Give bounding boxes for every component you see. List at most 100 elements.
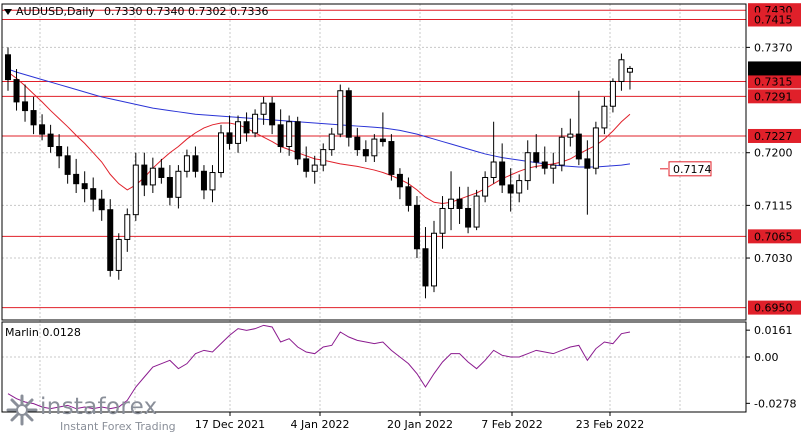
candle-body <box>388 141 395 175</box>
candle-body <box>166 176 173 198</box>
candle-body <box>209 172 216 191</box>
level-label: 0.7291 <box>754 90 793 103</box>
candle-body <box>277 124 284 148</box>
candle-body <box>13 79 20 103</box>
candle-body <box>141 164 148 186</box>
x-tick-label: 4 Jan 2022 <box>291 418 350 431</box>
candle-body <box>575 133 582 160</box>
candle-body <box>482 176 489 197</box>
candle-body <box>328 133 335 151</box>
candle-body <box>490 161 497 178</box>
y-tick-label: 0.7030 <box>754 252 793 265</box>
candle-body <box>379 138 386 143</box>
candle-body <box>413 204 420 250</box>
candle-body <box>5 54 11 81</box>
brand-name: instaforex <box>40 394 158 420</box>
candle-body <box>337 90 344 135</box>
candle-body <box>320 149 327 166</box>
candle-body <box>516 180 523 194</box>
x-tick-label: 20 Jan 2022 <box>387 418 453 431</box>
candle-body <box>431 232 437 287</box>
candle-body <box>584 158 591 169</box>
candle-body <box>226 132 233 144</box>
candle-body <box>81 183 88 190</box>
brand-watermark: instaforex Instant Forex Trading <box>4 392 204 433</box>
target-label: 0.7174 <box>673 163 712 176</box>
x-tick-label: 17 Dec 2021 <box>195 418 265 431</box>
level-label: 0.7315 <box>754 75 793 88</box>
candle-body <box>22 101 29 112</box>
candle-body <box>362 149 369 157</box>
osc-y-tick-label: 0.00 <box>754 351 779 364</box>
candle-body <box>286 121 293 148</box>
candle-body <box>260 102 267 115</box>
level-label: 0.7065 <box>754 230 793 243</box>
candle-body <box>200 170 207 191</box>
candle-body <box>132 164 139 216</box>
y-tick-label: 0.7200 <box>754 147 793 160</box>
candle-body <box>558 136 565 166</box>
y-tick-label: 0.7370 <box>754 41 793 54</box>
candle-body <box>183 155 190 172</box>
osc-y-tick-label: -0.0278 <box>754 397 796 410</box>
candle-body <box>456 198 463 209</box>
candle-body <box>345 90 352 138</box>
candle-body <box>158 167 165 178</box>
candle-body <box>107 209 114 271</box>
candle-body <box>149 167 156 186</box>
candle-body <box>533 152 540 163</box>
candle-body <box>465 207 472 228</box>
candle-body <box>124 214 131 240</box>
price-chart: 17 Dec 2021 4 Jan 2022 20 Jan 2022 7 Feb 20… <box>0 0 805 436</box>
candle-body <box>98 198 105 211</box>
brand-tagline: Instant Forex Trading <box>60 420 176 433</box>
candle-body <box>252 113 259 134</box>
candle-body <box>311 164 318 172</box>
candle-body <box>396 173 403 188</box>
candle-body <box>439 207 446 234</box>
candle-body <box>64 155 71 175</box>
candle-body <box>175 170 182 198</box>
candle-body <box>592 127 599 169</box>
candle-body <box>39 124 46 135</box>
candle-body <box>541 161 548 169</box>
candle-body <box>115 238 122 271</box>
candle-body <box>294 121 301 160</box>
level-label: 0.7415 <box>754 13 793 26</box>
candle-body <box>499 161 506 186</box>
candle-body <box>90 188 97 200</box>
candle-body <box>192 155 199 172</box>
candle-body <box>303 158 310 172</box>
level-label: 0.7227 <box>754 130 793 143</box>
candle-body <box>448 198 455 209</box>
level-label: 0.6950 <box>754 302 793 315</box>
candle-body <box>354 136 361 151</box>
ohlc-values: 0.7330 0.7340 0.7302 0.7336 <box>104 5 268 18</box>
candle-body <box>473 195 480 228</box>
candle-body <box>405 186 412 206</box>
candle-body <box>550 164 557 169</box>
candle-body <box>56 146 63 157</box>
candle-body <box>73 173 80 185</box>
symbol-title: AUDUSD,Daily <box>16 5 95 18</box>
candle-body <box>47 133 54 148</box>
candle-body <box>609 80 616 107</box>
chart-header: AUDUSD,Daily 0.7330 0.7340 0.7302 0.7336 <box>4 5 268 18</box>
candle-body <box>30 110 37 126</box>
candle-body <box>422 248 429 287</box>
candle-body <box>567 133 574 138</box>
candle-body <box>601 105 608 129</box>
candle-body <box>371 138 378 157</box>
x-tick-label: 23 Feb 2022 <box>576 418 644 431</box>
candle-body <box>507 184 514 194</box>
instaforex-logo-icon <box>6 394 38 426</box>
candle-body <box>235 121 242 144</box>
candle-body <box>626 67 633 73</box>
x-tick-label: 7 Feb 2022 <box>481 418 542 431</box>
candle-body <box>269 102 276 126</box>
candle-body <box>524 152 531 182</box>
y-tick-label: 0.7115 <box>754 199 793 212</box>
osc-y-tick-label: 0.0161 <box>754 324 793 337</box>
candle-body <box>243 121 250 134</box>
indicator-label: Marlin 0.0128 <box>5 326 81 339</box>
